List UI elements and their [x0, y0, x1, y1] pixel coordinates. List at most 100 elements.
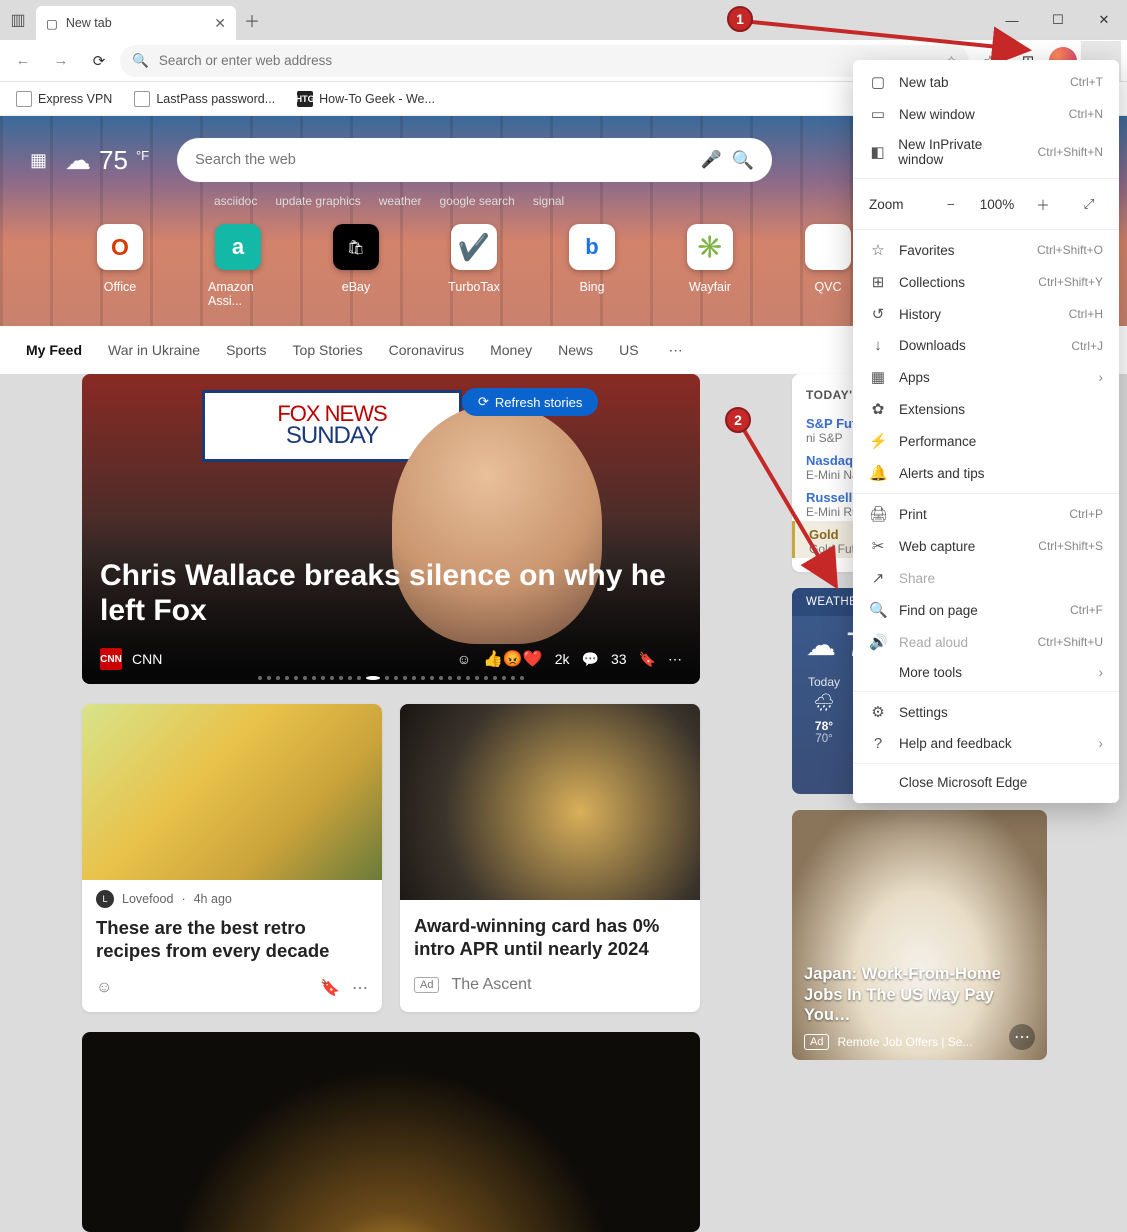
menu-apps[interactable]: ▦Apps›	[853, 361, 1119, 393]
carousel-dots[interactable]	[82, 676, 700, 680]
menu-inprivate[interactable]: ◧New InPrivate windowCtrl+Shift+N	[853, 130, 1119, 174]
trending-item[interactable]: asciidoc	[214, 194, 257, 208]
card-more-icon[interactable]: ⋯	[668, 651, 682, 668]
menu-favorites[interactable]: ☆FavoritesCtrl+Shift+O	[853, 234, 1119, 266]
bookmark-express-vpn[interactable]: Express VPN	[8, 87, 120, 111]
feed-tab[interactable]: Money	[490, 342, 532, 358]
voice-search-icon[interactable]: 🎤	[700, 150, 721, 170]
tab-favicon: ▢	[46, 16, 58, 31]
page-icon	[134, 91, 150, 107]
forecast-day: Today🌧78°70°	[802, 675, 846, 745]
react-button[interactable]: ☺	[457, 651, 471, 667]
page-settings-icon[interactable]: ▦	[30, 150, 47, 171]
bookmark-lastpass[interactable]: LastPass password...	[126, 87, 283, 111]
forward-button[interactable]: →	[44, 44, 78, 78]
story-card-dark[interactable]	[82, 1032, 700, 1232]
zoom-level: 100%	[973, 197, 1021, 212]
react-button[interactable]: ☺	[96, 979, 112, 997]
new-tab-button[interactable]: ＋	[236, 4, 268, 36]
feed-tab[interactable]: Top Stories	[293, 342, 363, 358]
menu-collections[interactable]: ⊞CollectionsCtrl+Shift+Y	[853, 266, 1119, 298]
card-more-icon[interactable]: ⋯	[352, 978, 368, 998]
save-icon[interactable]: 🔖	[320, 978, 340, 998]
extensions-icon: ✿	[869, 400, 887, 418]
menu-help[interactable]: ?Help and feedback›	[853, 728, 1119, 759]
save-icon[interactable]: 🔖	[639, 651, 656, 668]
bookmark-howtogeek[interactable]: HTGHow-To Geek - We...	[289, 87, 443, 111]
trending-item[interactable]: signal	[533, 194, 564, 208]
menu-extensions[interactable]: ✿Extensions	[853, 393, 1119, 425]
refresh-stories-button[interactable]: ⟳Refresh stories	[462, 388, 598, 416]
tile-ebay[interactable]: 🛍eBay	[326, 224, 386, 308]
menu-downloads[interactable]: ↓DownloadsCtrl+J	[853, 330, 1119, 361]
browser-tab[interactable]: ▢ New tab ✕	[36, 6, 236, 40]
capture-icon: ✂	[869, 537, 887, 555]
download-icon: ↓	[869, 337, 887, 354]
story-card-ad[interactable]: Award-winning card has 0% intro APR unti…	[400, 704, 700, 1012]
story-headline: Chris Wallace breaks silence on why he l…	[100, 559, 682, 628]
tile-amazon[interactable]: aAmazon Assi...	[208, 224, 268, 308]
menu-share[interactable]: ↗Share	[853, 562, 1119, 594]
feed-more-icon[interactable]: ⋯	[669, 342, 683, 359]
feed-tab[interactable]: Coronavirus	[389, 342, 464, 358]
card-title: These are the best retro recipes from ev…	[82, 914, 382, 972]
feed-tab[interactable]: Sports	[226, 342, 266, 358]
zoom-in-button[interactable]: ＋	[1029, 190, 1057, 218]
menu-new-tab[interactable]: ▢New tabCtrl+T	[853, 66, 1119, 98]
minimize-button[interactable]: —	[989, 0, 1035, 40]
menu-performance[interactable]: ⚡Performance	[853, 425, 1119, 457]
card-more-icon[interactable]: ⋯	[1009, 1024, 1035, 1050]
feed-tab[interactable]: War in Ukraine	[108, 342, 200, 358]
tab-title: New tab	[66, 16, 112, 30]
menu-close-edge[interactable]: Close Microsoft Edge	[853, 768, 1119, 797]
maximize-button[interactable]: ☐	[1035, 0, 1081, 40]
fullscreen-button[interactable]: ⤢	[1075, 190, 1103, 218]
trending-item[interactable]: google search	[439, 194, 514, 208]
tile-bing[interactable]: bBing	[562, 224, 622, 308]
card-title: Award-winning card has 0% intro APR unti…	[400, 900, 700, 970]
tile-office[interactable]: OOffice	[90, 224, 150, 308]
refresh-button[interactable]: ⟳	[82, 44, 116, 78]
feed-tab[interactable]: News	[558, 342, 593, 358]
menu-read-aloud[interactable]: 🔊Read aloudCtrl+Shift+U	[853, 626, 1119, 658]
menu-alerts[interactable]: 🔔Alerts and tips	[853, 457, 1119, 489]
tile-qvc[interactable]: QQVC	[798, 224, 858, 308]
web-search-input[interactable]	[195, 152, 690, 168]
back-button[interactable]: ←	[6, 44, 40, 78]
menu-print[interactable]: 🖨PrintCtrl+P	[853, 498, 1119, 530]
sponsored-card[interactable]: Japan: Work-From-Home Jobs In The US May…	[792, 810, 1047, 1060]
tab-actions-button[interactable]: ▥	[0, 2, 36, 38]
menu-new-window[interactable]: ▭New windowCtrl+N	[853, 98, 1119, 130]
chevron-right-icon: ›	[1099, 665, 1104, 680]
close-window-button[interactable]: ✕	[1081, 0, 1127, 40]
menu-more-tools[interactable]: More tools›	[853, 658, 1119, 687]
ad-badge: Ad	[414, 977, 439, 993]
hero-story-card[interactable]: FOX NEWSSUNDAY ⟳Refresh stories Chris Wa…	[82, 374, 700, 684]
cloud-icon: ☁	[65, 145, 91, 176]
zoom-out-button[interactable]: −	[937, 190, 965, 218]
tile-wayfair[interactable]: ✳️Wayfair	[680, 224, 740, 308]
story-card-food[interactable]: LLovefood·4h ago These are the best retr…	[82, 704, 382, 1012]
address-bar[interactable]: 🔍 ✧	[120, 45, 969, 77]
feed-tab[interactable]: US	[619, 342, 638, 358]
chevron-right-icon: ›	[1099, 736, 1104, 751]
feed-tab-myfeed[interactable]: My Feed	[26, 342, 82, 358]
menu-find[interactable]: 🔍Find on pageCtrl+F	[853, 594, 1119, 626]
card-image	[82, 704, 382, 880]
web-search-box[interactable]: 🎤 🔍	[177, 138, 772, 182]
trending-item[interactable]: weather	[379, 194, 422, 208]
comments-icon[interactable]: 💬	[582, 651, 599, 668]
menu-web-capture[interactable]: ✂Web captureCtrl+Shift+S	[853, 530, 1119, 562]
trending-item[interactable]: update graphics	[275, 194, 360, 208]
tile-turbotax[interactable]: ✔️TurboTax	[444, 224, 504, 308]
close-tab-icon[interactable]: ✕	[214, 15, 226, 32]
search-submit-icon[interactable]: 🔍	[732, 150, 754, 171]
address-input[interactable]	[159, 53, 936, 68]
menu-history[interactable]: ↺HistoryCtrl+H	[853, 298, 1119, 330]
ad-badge: Ad	[804, 1034, 829, 1050]
page-icon	[16, 91, 32, 107]
publisher-name: The Ascent	[451, 976, 531, 994]
weather-widget-small[interactable]: ☁ 75°F	[65, 145, 149, 176]
menu-settings[interactable]: ⚙Settings	[853, 696, 1119, 728]
search-icon: 🔍	[132, 53, 149, 69]
